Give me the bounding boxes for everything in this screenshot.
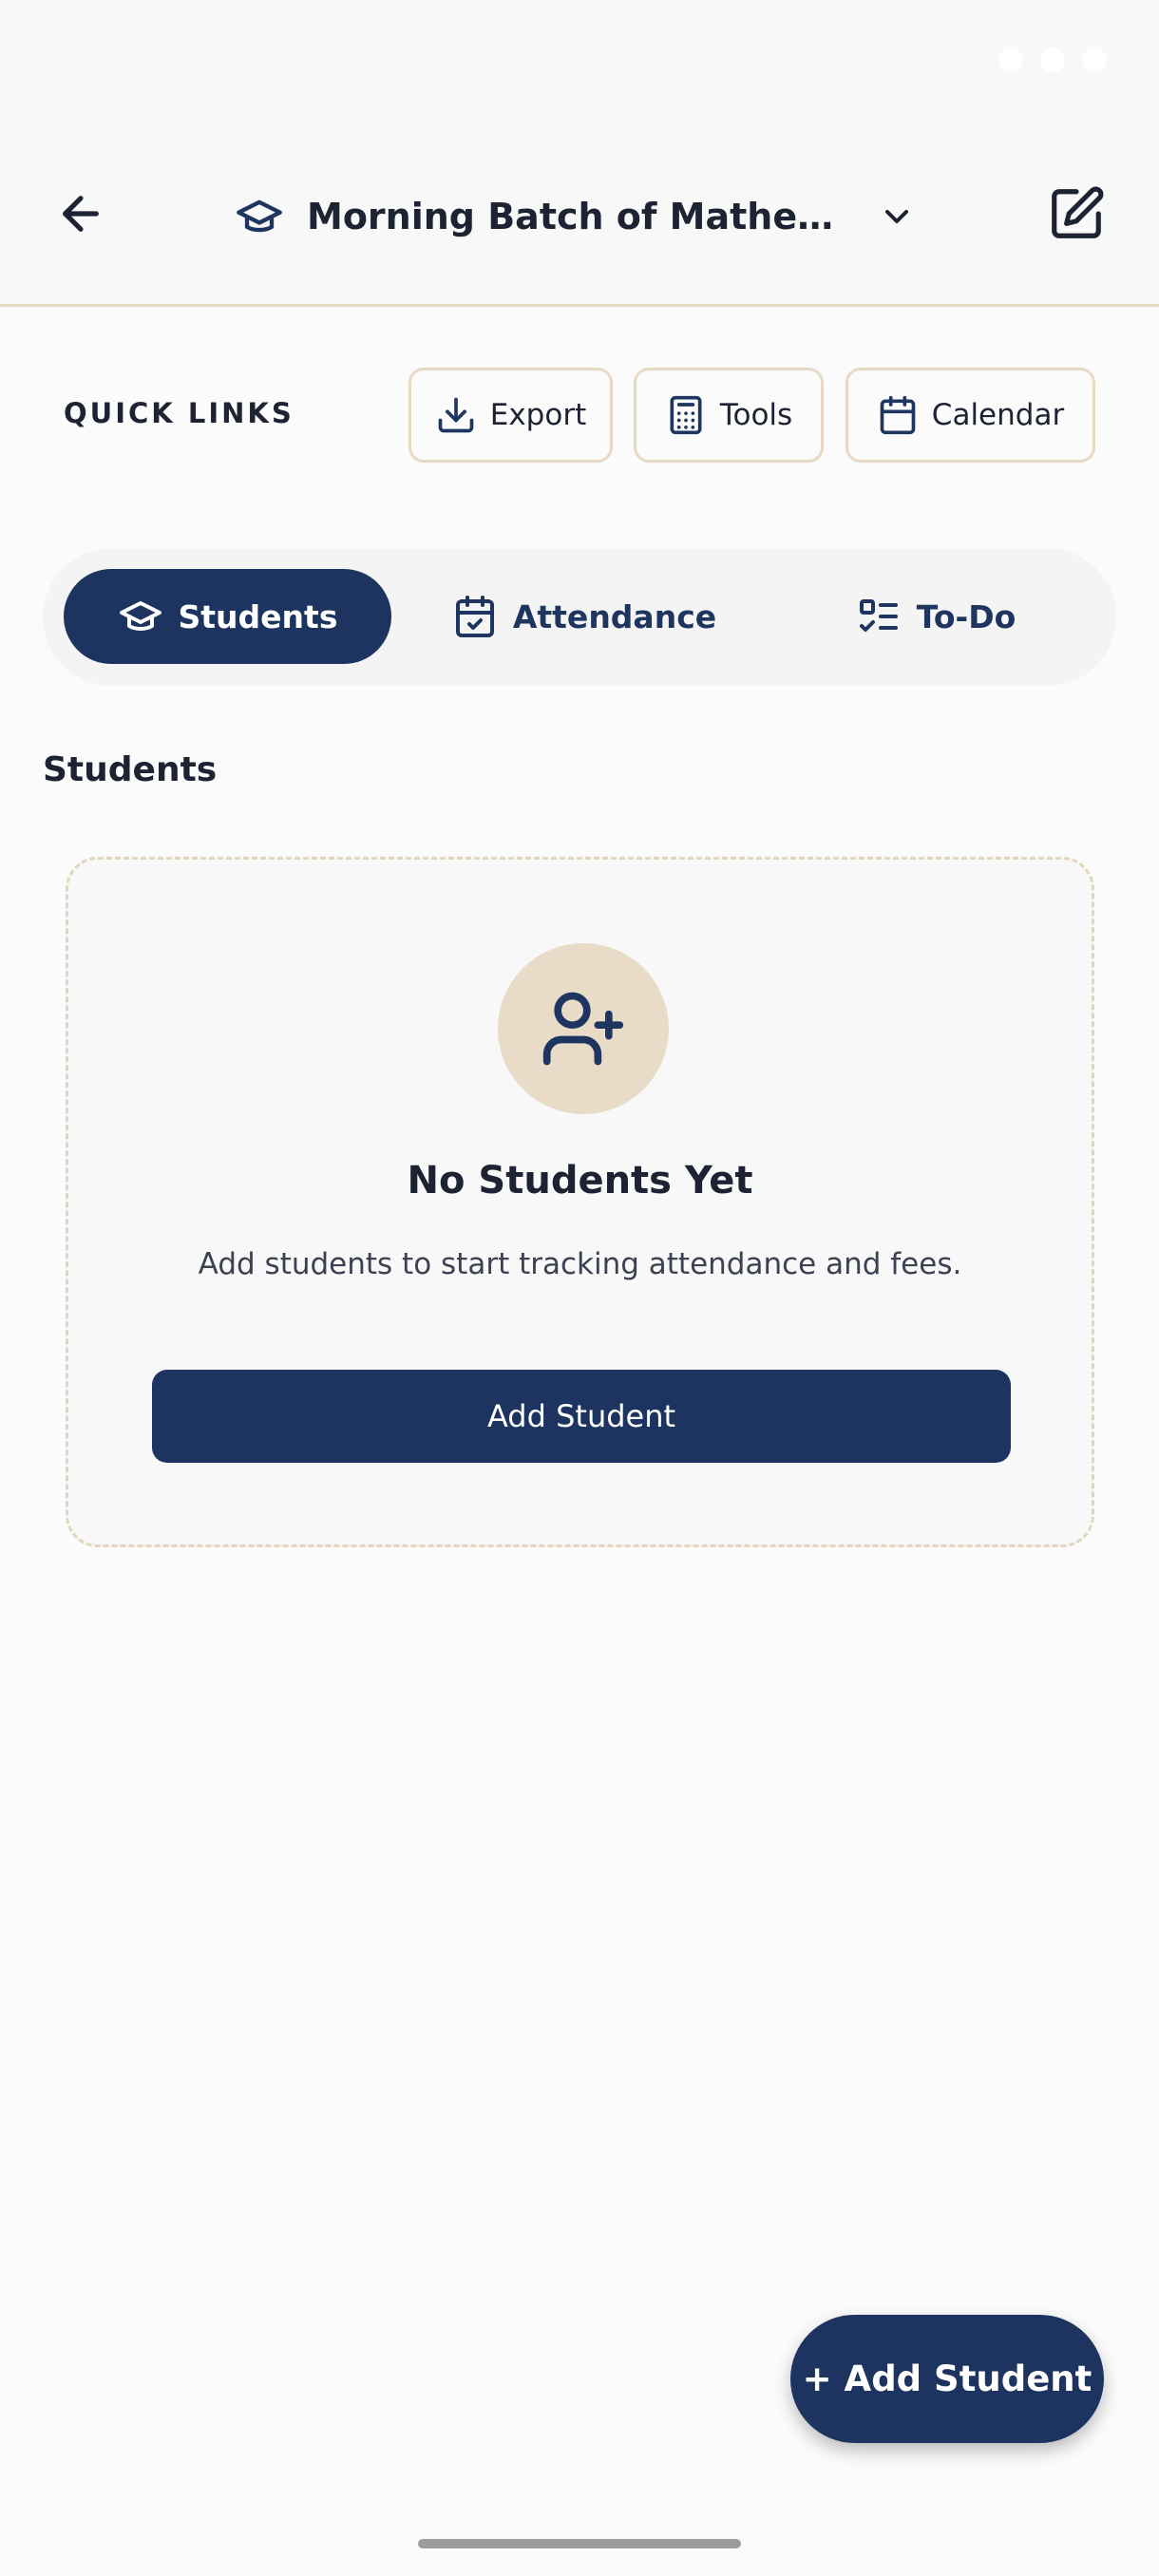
tab-bar: Students Attendance To-Do [43, 548, 1116, 686]
notification-icon [998, 47, 1023, 72]
calculator-icon [670, 395, 702, 435]
tab-attendance[interactable]: Attendance [423, 569, 746, 664]
tab-todo-label: To-Do [916, 597, 1016, 635]
status-bar [0, 0, 1159, 104]
checklist-icon [859, 599, 898, 632]
tab-todo[interactable]: To-Do [774, 569, 1097, 664]
calendar-label: Calendar [931, 398, 1065, 432]
home-indicator[interactable] [418, 2539, 741, 2548]
section-title: Students [43, 750, 218, 789]
user-plus-icon [498, 943, 669, 1114]
calendar-button[interactable]: Calendar [846, 368, 1095, 463]
back-button[interactable] [48, 180, 114, 247]
empty-state-card: No Students Yet Add students to start tr… [66, 857, 1094, 1547]
add-student-fab[interactable]: + Add Student [790, 2315, 1104, 2443]
arrow-left-icon [63, 196, 99, 232]
tools-label: Tools [719, 398, 793, 432]
edit-icon [1052, 186, 1104, 238]
tab-students[interactable]: Students [64, 569, 391, 664]
quick-links-label: QUICK LINKS [64, 397, 294, 429]
calendar-icon [880, 395, 916, 435]
status-icons [998, 47, 1107, 72]
export-button[interactable]: Export [408, 368, 613, 463]
tools-button[interactable]: Tools [634, 368, 824, 463]
edit-button[interactable] [1041, 179, 1112, 249]
empty-state-description: Add students to start tracking attendanc… [198, 1247, 962, 1281]
page-title: Morning Batch of Mathemati... [307, 196, 839, 237]
wifi-icon [1040, 47, 1065, 72]
tab-attendance-label: Attendance [512, 597, 717, 635]
download-icon [438, 397, 474, 433]
graduation-cap-icon [233, 190, 286, 243]
calendar-check-icon [455, 596, 494, 637]
battery-icon [1082, 47, 1107, 72]
batch-selector[interactable]: Morning Batch of Mathemati... [233, 179, 936, 255]
add-student-button[interactable]: Add Student [152, 1370, 1011, 1463]
tab-students-label: Students [178, 597, 338, 635]
graduation-cap-icon [119, 601, 162, 631]
app-header: Morning Batch of Mathemati... [0, 104, 1159, 307]
export-label: Export [489, 398, 587, 432]
empty-state-title: No Students Yet [407, 1159, 753, 1203]
chevron-down-icon [873, 193, 921, 240]
